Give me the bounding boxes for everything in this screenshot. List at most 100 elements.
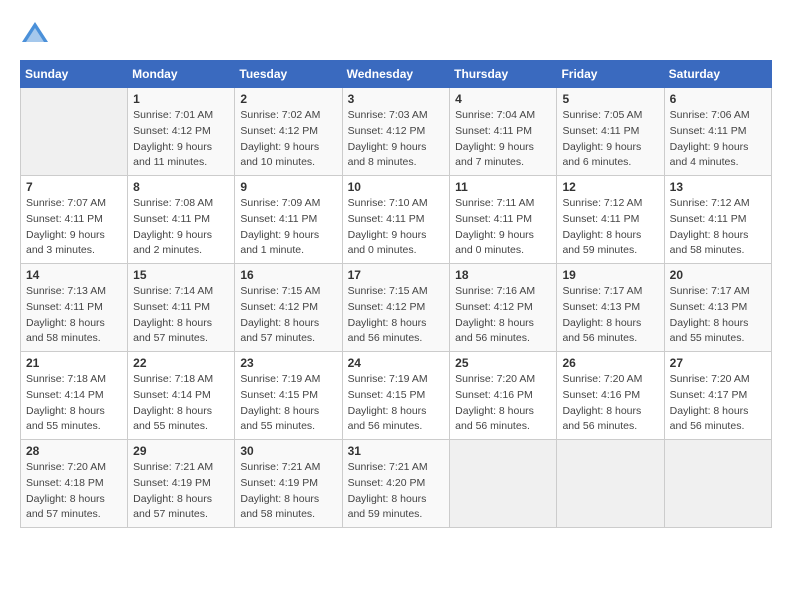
day-info: Sunrise: 7:07 AMSunset: 4:11 PMDaylight:… (26, 197, 106, 256)
day-info: Sunrise: 7:01 AMSunset: 4:12 PMDaylight:… (133, 109, 213, 168)
calendar-week-4: 28 Sunrise: 7:20 AMSunset: 4:18 PMDayligh… (21, 440, 772, 528)
day-header-friday: Friday (557, 61, 664, 88)
day-info: Sunrise: 7:20 AMSunset: 4:16 PMDaylight:… (455, 373, 535, 432)
calendar-cell (21, 88, 128, 176)
day-info: Sunrise: 7:18 AMSunset: 4:14 PMDaylight:… (26, 373, 106, 432)
day-number: 27 (670, 356, 766, 370)
calendar-cell: 21Sunrise: 7:18 AMSunset: 4:14 PMDayligh… (21, 352, 128, 440)
day-number: 7 (26, 180, 122, 194)
day-number: 26 (562, 356, 658, 370)
day-header-wednesday: Wednesday (342, 61, 450, 88)
logo (20, 20, 54, 50)
calendar-week-3: 21Sunrise: 7:18 AMSunset: 4:14 PMDayligh… (21, 352, 772, 440)
day-info: Sunrise: 7:21 AMSunset: 4:19 PMDaylight:… (240, 461, 320, 520)
day-number: 15 (133, 268, 229, 282)
day-header-monday: Monday (128, 61, 235, 88)
calendar-cell: 8Sunrise: 7:08 AMSunset: 4:11 PMDaylight… (128, 176, 235, 264)
calendar-cell: 3Sunrise: 7:03 AMSunset: 4:12 PMDaylight… (342, 88, 450, 176)
day-info: Sunrise: 7:09 AMSunset: 4:11 PMDaylight:… (240, 197, 320, 256)
day-info: Sunrise: 7:20 AMSunset: 4:18 PMDaylight:… (26, 461, 106, 520)
calendar-cell: 16 Sunrise: 7:15 AMSunset: 4:12 PMDayligh… (235, 264, 342, 352)
calendar-cell: 9 Sunrise: 7:09 AMSunset: 4:11 PMDaylight… (235, 176, 342, 264)
day-info: Sunrise: 7:12 AMSunset: 4:11 PMDaylight:… (670, 197, 750, 256)
day-number: 3 (348, 92, 445, 106)
day-number: 30 (240, 444, 336, 458)
day-info: Sunrise: 7:04 AMSunset: 4:11 PMDaylight:… (455, 109, 535, 168)
calendar-cell: 30 Sunrise: 7:21 AMSunset: 4:19 PMDayligh… (235, 440, 342, 528)
day-number: 4 (455, 92, 551, 106)
day-number: 2 (240, 92, 336, 106)
calendar-cell: 5 Sunrise: 7:05 AMSunset: 4:11 PMDaylight… (557, 88, 664, 176)
day-number: 23 (240, 356, 336, 370)
day-number: 31 (348, 444, 445, 458)
calendar-cell: 17Sunrise: 7:15 AMSunset: 4:12 PMDayligh… (342, 264, 450, 352)
day-info: Sunrise: 7:10 AMSunset: 4:11 PMDaylight:… (348, 197, 428, 256)
day-info: Sunrise: 7:11 AMSunset: 4:11 PMDaylight:… (455, 197, 534, 256)
day-number: 25 (455, 356, 551, 370)
day-header-tuesday: Tuesday (235, 61, 342, 88)
day-header-saturday: Saturday (664, 61, 771, 88)
day-info: Sunrise: 7:20 AMSunset: 4:17 PMDaylight:… (670, 373, 750, 432)
day-number: 12 (562, 180, 658, 194)
day-info: Sunrise: 7:17 AMSunset: 4:13 PMDaylight:… (670, 285, 750, 344)
calendar-cell: 28 Sunrise: 7:20 AMSunset: 4:18 PMDayligh… (21, 440, 128, 528)
calendar-header-row: SundayMondayTuesdayWednesdayThursdayFrid… (21, 61, 772, 88)
calendar-table: SundayMondayTuesdayWednesdayThursdayFrid… (20, 60, 772, 528)
day-header-thursday: Thursday (450, 61, 557, 88)
day-number: 9 (240, 180, 336, 194)
calendar-cell: 23 Sunrise: 7:19 AMSunset: 4:15 PMDayligh… (235, 352, 342, 440)
day-info: Sunrise: 7:16 AMSunset: 4:12 PMDaylight:… (455, 285, 535, 344)
day-info: Sunrise: 7:12 AMSunset: 4:11 PMDaylight:… (562, 197, 642, 256)
day-number: 16 (240, 268, 336, 282)
day-number: 22 (133, 356, 229, 370)
day-info: Sunrise: 7:08 AMSunset: 4:11 PMDaylight:… (133, 197, 213, 256)
calendar-cell (557, 440, 664, 528)
day-info: Sunrise: 7:20 AMSunset: 4:16 PMDaylight:… (562, 373, 642, 432)
day-info: Sunrise: 7:19 AMSunset: 4:15 PMDaylight:… (240, 373, 320, 432)
day-header-sunday: Sunday (21, 61, 128, 88)
day-number: 6 (670, 92, 766, 106)
calendar-cell: 10 Sunrise: 7:10 AMSunset: 4:11 PMDayligh… (342, 176, 450, 264)
day-info: Sunrise: 7:19 AMSunset: 4:15 PMDaylight:… (348, 373, 428, 432)
day-number: 5 (562, 92, 658, 106)
calendar-cell: 14 Sunrise: 7:13 AMSunset: 4:11 PMDayligh… (21, 264, 128, 352)
calendar-cell (664, 440, 771, 528)
day-number: 29 (133, 444, 229, 458)
day-info: Sunrise: 7:05 AMSunset: 4:11 PMDaylight:… (562, 109, 642, 168)
calendar-cell: 15 Sunrise: 7:14 AMSunset: 4:11 PMDayligh… (128, 264, 235, 352)
calendar-cell: 29 Sunrise: 7:21 AMSunset: 4:19 PMDayligh… (128, 440, 235, 528)
logo-icon (20, 20, 50, 50)
calendar-cell: 24Sunrise: 7:19 AMSunset: 4:15 PMDayligh… (342, 352, 450, 440)
calendar-cell: 7 Sunrise: 7:07 AMSunset: 4:11 PMDaylight… (21, 176, 128, 264)
day-number: 11 (455, 180, 551, 194)
day-info: Sunrise: 7:15 AMSunset: 4:12 PMDaylight:… (240, 285, 320, 344)
day-number: 20 (670, 268, 766, 282)
day-info: Sunrise: 7:13 AMSunset: 4:11 PMDaylight:… (26, 285, 106, 344)
day-number: 17 (348, 268, 445, 282)
calendar-cell: 31 Sunrise: 7:21 AMSunset: 4:20 PMDayligh… (342, 440, 450, 528)
day-number: 18 (455, 268, 551, 282)
calendar-cell: 25 Sunrise: 7:20 AMSunset: 4:16 PMDayligh… (450, 352, 557, 440)
day-number: 19 (562, 268, 658, 282)
day-info: Sunrise: 7:21 AMSunset: 4:19 PMDaylight:… (133, 461, 213, 520)
day-info: Sunrise: 7:18 AMSunset: 4:14 PMDaylight:… (133, 373, 213, 432)
day-info: Sunrise: 7:21 AMSunset: 4:20 PMDaylight:… (348, 461, 428, 520)
day-info: Sunrise: 7:14 AMSunset: 4:11 PMDaylight:… (133, 285, 213, 344)
calendar-cell: 20 Sunrise: 7:17 AMSunset: 4:13 PMDayligh… (664, 264, 771, 352)
calendar-cell: 4 Sunrise: 7:04 AMSunset: 4:11 PMDaylight… (450, 88, 557, 176)
calendar-cell: 27 Sunrise: 7:20 AMSunset: 4:17 PMDayligh… (664, 352, 771, 440)
calendar-cell: 11 Sunrise: 7:11 AMSunset: 4:11 PMDayligh… (450, 176, 557, 264)
calendar-cell: 1 Sunrise: 7:01 AMSunset: 4:12 PMDaylight… (128, 88, 235, 176)
calendar-cell: 26 Sunrise: 7:20 AMSunset: 4:16 PMDayligh… (557, 352, 664, 440)
calendar-cell: 2Sunrise: 7:02 AMSunset: 4:12 PMDaylight… (235, 88, 342, 176)
calendar-cell: 22 Sunrise: 7:18 AMSunset: 4:14 PMDayligh… (128, 352, 235, 440)
page-header (20, 20, 772, 50)
day-number: 13 (670, 180, 766, 194)
calendar-cell: 18 Sunrise: 7:16 AMSunset: 4:12 PMDayligh… (450, 264, 557, 352)
calendar-cell: 12 Sunrise: 7:12 AMSunset: 4:11 PMDayligh… (557, 176, 664, 264)
day-number: 10 (348, 180, 445, 194)
calendar-cell: 13 Sunrise: 7:12 AMSunset: 4:11 PMDayligh… (664, 176, 771, 264)
day-number: 14 (26, 268, 122, 282)
day-number: 28 (26, 444, 122, 458)
day-number: 1 (133, 92, 229, 106)
